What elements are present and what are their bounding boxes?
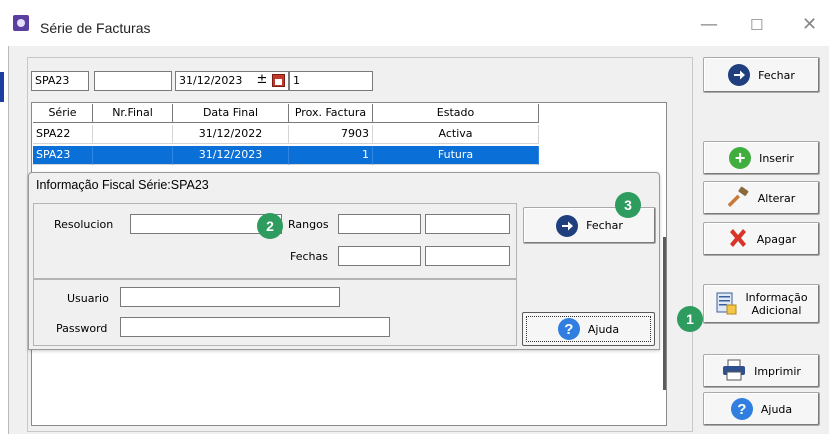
dialog-ajuda-button[interactable]: ? Ajuda: [522, 312, 655, 346]
column-header-nr-final[interactable]: Nr.Final: [93, 104, 173, 123]
window-accent-strip: [0, 72, 4, 102]
cell-nr-final-selected[interactable]: [93, 146, 173, 165]
maximize-icon[interactable]: ☐: [750, 16, 763, 34]
minimize-icon[interactable]: —: [700, 14, 718, 35]
imprimir-label: Imprimir: [754, 364, 801, 378]
delete-x-icon: [727, 227, 749, 252]
nr-final-input[interactable]: [94, 71, 172, 91]
dialog-title: Informação Fiscal Série:SPA23: [36, 178, 209, 192]
informacao-label-line2: Adicional: [751, 304, 802, 317]
apagar-label: Apagar: [756, 232, 797, 246]
fechar-button[interactable]: Fechar: [703, 57, 820, 93]
add-icon: +: [729, 147, 752, 169]
informacao-label-line1: Informação: [745, 291, 808, 304]
informacao-adicional-label: Informação Adicional: [745, 291, 807, 317]
document-info-icon: [715, 291, 737, 318]
resolucion-label: Resolucion: [54, 218, 114, 231]
help-icon: ?: [730, 398, 753, 420]
fechas-label: Fechas: [290, 250, 328, 263]
cell-serie-selected[interactable]: SPA23: [33, 146, 93, 165]
alterar-label: Alterar: [757, 191, 796, 205]
dialog-fechar-label: Fechar: [586, 219, 623, 232]
column-header-serie[interactable]: Série: [33, 104, 93, 123]
grid-scrollbar[interactable]: [663, 237, 666, 390]
arrow-right-icon: [728, 64, 751, 86]
column-header-prox-factura[interactable]: Prox. Factura: [289, 104, 373, 123]
callout-badge-2: 2: [257, 213, 283, 239]
password-input[interactable]: [120, 317, 390, 337]
cell-estado[interactable]: Activa: [373, 125, 539, 144]
informacao-adicional-button[interactable]: Informação Adicional: [703, 284, 820, 324]
inserir-label: Inserir: [759, 151, 794, 165]
password-label: Password: [56, 322, 108, 335]
cell-prox-factura-selected[interactable]: 1: [289, 146, 373, 165]
fecha-from-input[interactable]: [338, 246, 421, 266]
ajuda-label: Ajuda: [760, 402, 793, 416]
serie-input[interactable]: SPA23: [31, 71, 89, 91]
inserir-button[interactable]: + Inserir: [703, 141, 820, 175]
rango-to-input[interactable]: [425, 214, 510, 234]
cell-nr-final[interactable]: [93, 125, 173, 144]
ajuda-button[interactable]: ? Ajuda: [703, 392, 820, 426]
app-icon: [13, 15, 29, 31]
usuario-input[interactable]: [120, 287, 340, 307]
fecha-to-input[interactable]: [425, 246, 510, 266]
arrow-right-icon: [556, 214, 579, 237]
hammer-icon: [727, 186, 750, 211]
close-icon[interactable]: ✕: [802, 14, 817, 35]
date-spin-icon[interactable]: ±: [255, 73, 269, 88]
rango-from-input[interactable]: [338, 214, 421, 234]
fechar-label: Fechar: [758, 68, 795, 82]
cell-serie[interactable]: SPA22: [33, 125, 93, 144]
cell-prox-factura[interactable]: 7903: [289, 125, 373, 144]
callout-badge-3: 3: [615, 192, 641, 218]
cell-data-final[interactable]: 31/12/2022: [173, 125, 289, 144]
callout-badge-1: 1: [677, 306, 703, 332]
alterar-button[interactable]: Alterar: [703, 181, 820, 215]
column-header-data-final[interactable]: Data Final: [173, 104, 289, 123]
column-header-estado[interactable]: Estado: [373, 104, 539, 123]
cell-data-final-selected[interactable]: 31/12/2023: [173, 146, 289, 165]
imprimir-button[interactable]: Imprimir: [703, 354, 820, 388]
printer-icon: [722, 359, 746, 384]
cell-estado-selected[interactable]: Futura: [373, 146, 539, 165]
usuario-label: Usuario: [67, 292, 109, 305]
prox-factura-input[interactable]: 1: [289, 71, 373, 91]
apagar-button[interactable]: Apagar: [703, 222, 820, 256]
rangos-label: Rangos: [288, 218, 329, 231]
window-title: Série de Facturas: [40, 20, 151, 36]
data-final-value: 31/12/2023: [179, 74, 243, 87]
calendar-icon[interactable]: [272, 74, 285, 87]
